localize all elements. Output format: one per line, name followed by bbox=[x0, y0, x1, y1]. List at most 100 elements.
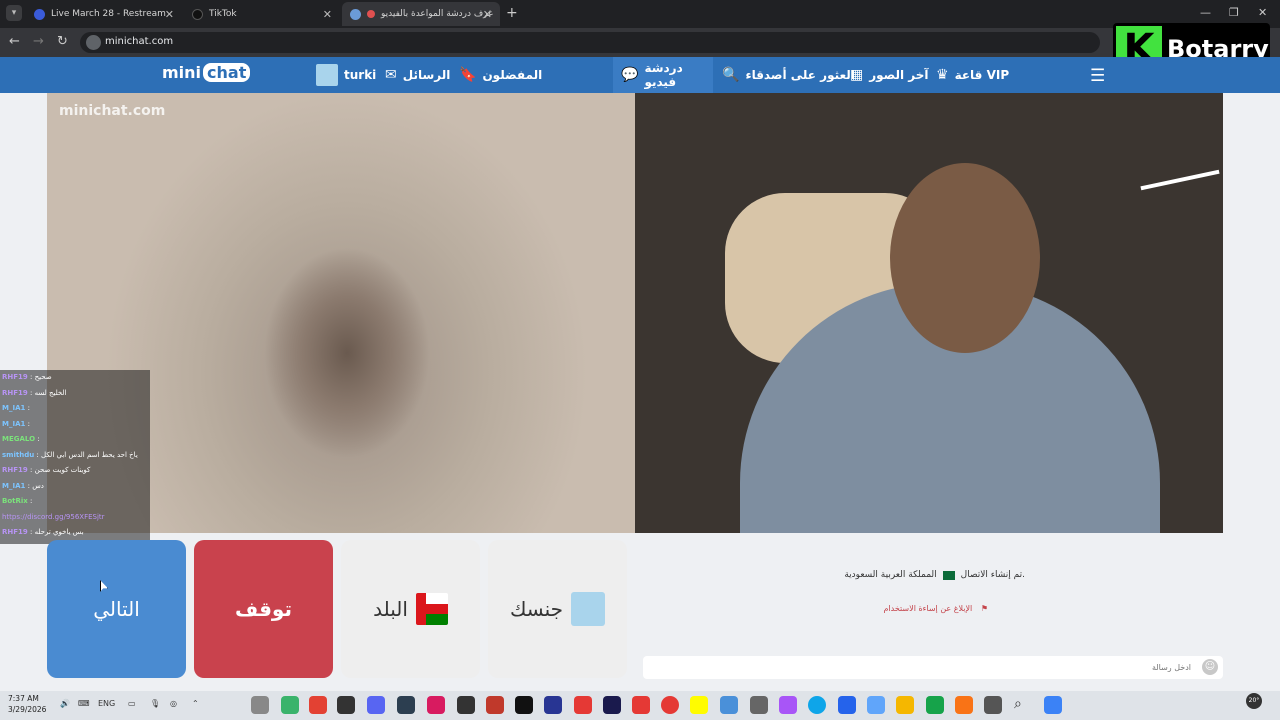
search-icon: 🔍 bbox=[722, 67, 740, 83]
discord-icon[interactable] bbox=[367, 696, 385, 714]
store-icon[interactable] bbox=[867, 696, 885, 714]
chat-line: MEGALO : bbox=[2, 435, 40, 443]
app-icon[interactable] bbox=[574, 696, 592, 714]
person-head bbox=[890, 163, 1040, 353]
user-gender-icon bbox=[571, 592, 606, 626]
nav-latest-photos-label: آخر الصور bbox=[869, 68, 929, 82]
maximize-icon[interactable]: ❐ bbox=[1229, 6, 1239, 19]
url-text: minichat.com bbox=[105, 36, 174, 47]
new-tab-button[interactable]: + bbox=[506, 5, 518, 21]
nav-vip-room-label: قاعة VIP bbox=[954, 68, 1010, 82]
tab-restream[interactable]: Live March 28 - Restream ✕ bbox=[26, 2, 182, 26]
show-hidden-icons[interactable]: ⌃ bbox=[192, 699, 199, 708]
next-button[interactable]: التالي bbox=[47, 540, 186, 678]
volume-icon[interactable]: 🔊 bbox=[60, 699, 70, 708]
url-field[interactable]: minichat.com bbox=[80, 32, 1100, 53]
chat-line: RHF19 : الخليج لسه bbox=[2, 388, 67, 397]
self-video bbox=[635, 93, 1223, 533]
tab-tiktok[interactable]: TikTok ✕ bbox=[184, 2, 340, 26]
message-input[interactable] bbox=[651, 660, 1191, 675]
after-effects-icon[interactable] bbox=[603, 696, 621, 714]
chat-line: M_IA1 : bbox=[2, 404, 30, 412]
app-icon[interactable] bbox=[427, 696, 445, 714]
mic-icon[interactable]: 🎙 bbox=[150, 699, 160, 708]
edge-icon[interactable] bbox=[808, 696, 826, 714]
task-view-icon[interactable] bbox=[984, 696, 1002, 714]
back-icon[interactable]: ← bbox=[9, 34, 20, 49]
country-button-label: البلد bbox=[373, 597, 408, 621]
tab-minichat[interactable]: غرف دردشة المواعدة بالفيديو ✕ bbox=[342, 2, 500, 26]
opera-icon[interactable] bbox=[661, 696, 679, 714]
folder-icon[interactable] bbox=[896, 696, 914, 714]
snapchat-icon[interactable] bbox=[690, 696, 708, 714]
country-button[interactable]: البلد bbox=[341, 540, 480, 678]
tab-label: Live March 28 - Restream bbox=[51, 9, 166, 19]
obs-icon[interactable] bbox=[251, 696, 269, 714]
site-info-icon[interactable] bbox=[86, 35, 101, 50]
minichat-logo[interactable]: mini chat bbox=[162, 63, 251, 82]
logo-prefix: mini bbox=[162, 63, 202, 82]
clock-time: 7:37 AM bbox=[8, 694, 39, 703]
vlc-icon[interactable] bbox=[955, 696, 973, 714]
close-icon[interactable]: ✕ bbox=[323, 8, 332, 21]
emoji-icon[interactable]: ☺ bbox=[1202, 659, 1218, 675]
xbox-icon[interactable] bbox=[926, 696, 944, 714]
site-nav: mini chat turki ✉ الرسائل 🔖 المفضلون 💬 در… bbox=[0, 57, 1280, 93]
connection-status-text: تم إنشاء الاتصال. bbox=[960, 570, 1025, 580]
chrome-icon[interactable] bbox=[309, 696, 327, 714]
gender-button[interactable]: جنسك bbox=[488, 540, 627, 678]
youtube-icon[interactable] bbox=[632, 696, 650, 714]
chat-line: RHF19 : بس ياخوي ترحله bbox=[2, 528, 84, 536]
address-bar: ← → ↻ minichat.com bbox=[0, 28, 1280, 57]
close-window-icon[interactable]: ✕ bbox=[1258, 6, 1267, 19]
app-icon[interactable] bbox=[457, 696, 475, 714]
chat-line: RHF19 : صحيح bbox=[2, 373, 52, 381]
app-icon[interactable] bbox=[544, 696, 562, 714]
nav-favorites-label: المفضلون bbox=[482, 68, 543, 82]
report-abuse-label: الإبلاغ عن إساءة الاستخدام bbox=[883, 604, 973, 613]
grid-icon: ▦ bbox=[850, 67, 864, 83]
stream-chat-overlay: RHF19 : صحيح RHF19 : الخليج لسه M_IA1 : … bbox=[0, 370, 150, 544]
minimize-icon[interactable]: — bbox=[1200, 6, 1211, 19]
display-icon[interactable]: ▭ bbox=[128, 699, 136, 708]
nav-find-friends[interactable]: 🔍 العثور على أصدقاء bbox=[722, 57, 855, 93]
tray-app-icon[interactable]: ◎ bbox=[170, 699, 177, 708]
app-icon[interactable] bbox=[281, 696, 299, 714]
mail-icon[interactable] bbox=[838, 696, 856, 714]
forward-icon[interactable]: → bbox=[33, 34, 44, 49]
nav-latest-photos[interactable]: ▦ آخر الصور bbox=[850, 57, 929, 93]
app-icon[interactable] bbox=[397, 696, 415, 714]
tiktok-icon bbox=[192, 8, 203, 20]
chat-line: smithdu : ياخ احد يحط اسم الدس ابي الكل bbox=[2, 450, 138, 459]
menu-icon[interactable]: ☰ bbox=[1090, 66, 1105, 86]
windows-taskbar: 7:37 AM 3/29/2026 🔊 ⌨ ENG ▭ 🎙 ◎ ⌃ ⌕ 20° bbox=[0, 691, 1280, 720]
nav-favorites[interactable]: 🔖 المفضلون bbox=[459, 57, 542, 93]
app-icon[interactable] bbox=[720, 696, 738, 714]
report-abuse-link[interactable]: الإبلاغ عن إساءة الاستخدام ⚑ bbox=[640, 604, 988, 613]
tiktok-icon[interactable] bbox=[515, 696, 533, 714]
clock[interactable]: 7:37 AM 3/29/2026 bbox=[8, 693, 46, 715]
keyboard-icon[interactable]: ⌨ bbox=[78, 699, 90, 708]
nav-messages-label: الرسائل bbox=[402, 68, 451, 82]
app-icon[interactable] bbox=[779, 696, 797, 714]
reload-icon[interactable]: ↻ bbox=[57, 34, 68, 49]
connection-status: المملكة العربية السعودية تم إنشاء الاتصا… bbox=[640, 570, 1025, 580]
tab-search-button[interactable]: ▾ bbox=[6, 5, 22, 21]
app-icon[interactable] bbox=[337, 696, 355, 714]
search-icon[interactable]: ⌕ bbox=[1014, 696, 1032, 714]
close-icon[interactable]: ✕ bbox=[165, 8, 174, 21]
nav-video-chat[interactable]: 💬 دردشة فيديو bbox=[613, 57, 713, 93]
nav-user-label: turki bbox=[344, 68, 377, 82]
nav-video-chat-label: دردشة فيديو bbox=[644, 61, 683, 89]
video-watermark: minichat.com bbox=[59, 103, 166, 119]
close-icon[interactable]: ✕ bbox=[483, 8, 492, 21]
nav-messages[interactable]: ✉ الرسائل bbox=[385, 57, 450, 93]
nav-user-profile[interactable]: turki bbox=[316, 57, 376, 93]
start-icon[interactable] bbox=[1044, 696, 1062, 714]
app-icon[interactable] bbox=[486, 696, 504, 714]
app-icon[interactable] bbox=[750, 696, 768, 714]
stop-button[interactable]: توقف bbox=[194, 540, 333, 678]
weather-widget[interactable]: 20° bbox=[1246, 693, 1262, 709]
language-indicator[interactable]: ENG bbox=[98, 699, 115, 708]
nav-vip-room[interactable]: ♛ قاعة VIP bbox=[936, 57, 1009, 93]
